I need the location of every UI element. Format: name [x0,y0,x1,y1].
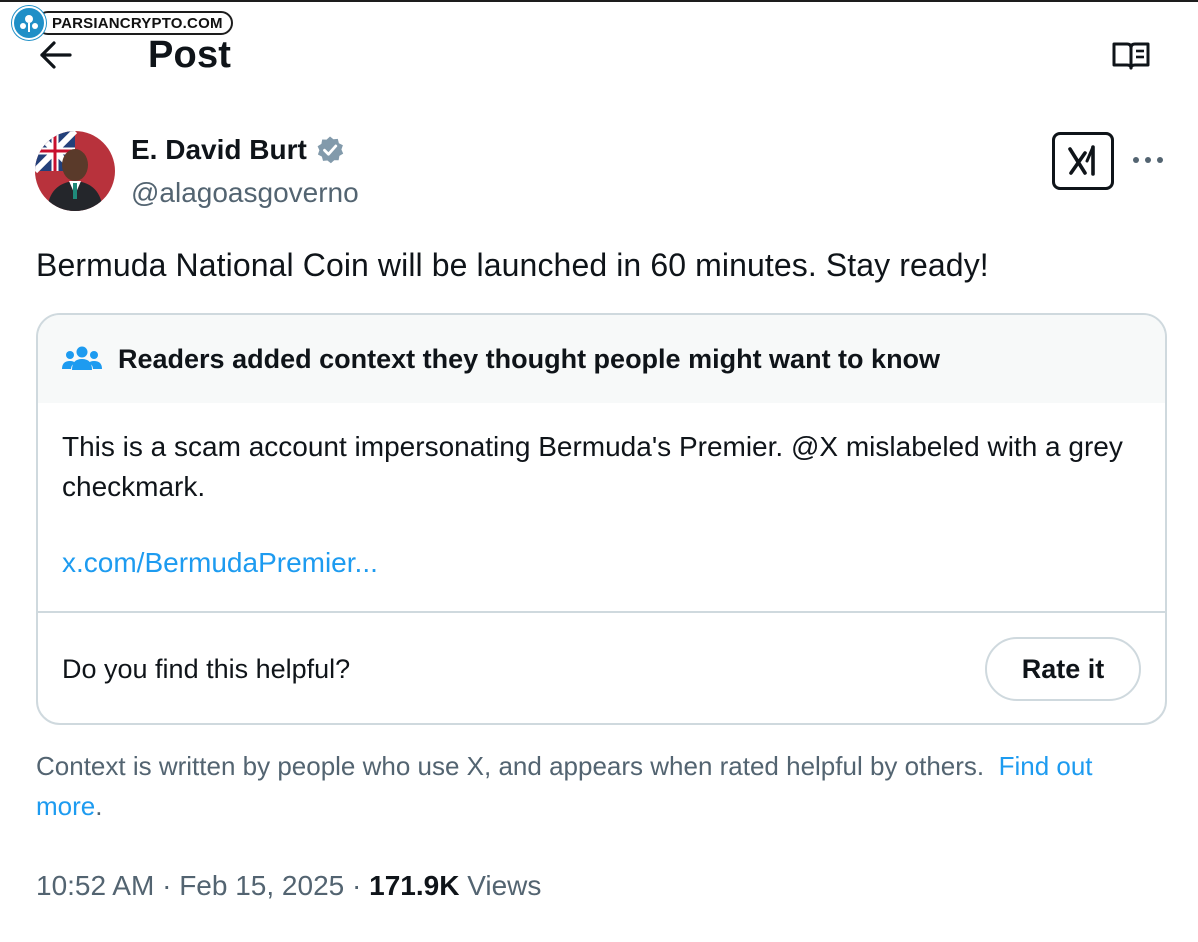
community-note-title: Readers added context they thought peopl… [118,343,941,374]
post-text: Bermuda National Coin will be launched i… [36,247,989,283]
author-name-text: E. David Burt [131,134,307,165]
meta-separator: · [352,870,362,901]
community-note-header: Readers added context they thought peopl… [38,315,1165,403]
page-title: Post [148,34,232,76]
more-dot [1145,157,1151,163]
more-dot [1157,157,1163,163]
grok-icon[interactable] [1052,132,1114,190]
context-disclaimer-text: Context is written by people who use X, … [36,751,985,781]
watermark-text: PARSIANCRYPTO.COM [36,11,233,35]
post-date[interactable]: Feb 15, 2025 [179,870,344,901]
reader-mode-icon[interactable] [1110,40,1152,72]
author-name[interactable]: E. David Burt [131,134,345,166]
avatar[interactable] [35,131,115,211]
context-disclaimer: Context is written by people who use X, … [36,746,1156,826]
post-time[interactable]: 10:52 AM [36,870,154,901]
community-note-link[interactable]: x.com/BermudaPremier... [62,547,1141,579]
helpful-question: Do you find this helpful? [62,653,351,684]
author-handle[interactable]: @alagoasgoverno [131,177,359,209]
views-label: Views [467,870,542,901]
more-icon[interactable] [1130,147,1166,173]
verified-badge-icon [317,136,344,164]
window-top-border [0,0,1198,2]
community-note-body: This is a scam account impersonating Ber… [38,403,1165,611]
people-icon [62,346,102,370]
community-note-text: This is a scam account impersonating Ber… [62,431,1123,502]
more-dot [1133,157,1139,163]
views-count: 171.9K [369,870,460,901]
rate-it-button[interactable]: Rate it [985,637,1141,701]
post-meta: 10:52 AM · Feb 15, 2025 · 171.9K Views [36,870,541,902]
meta-separator: · [162,870,172,901]
watermark-logo-icon [12,6,46,40]
community-note-footer: Do you find this helpful? Rate it [38,613,1165,723]
back-arrow-icon[interactable] [36,38,76,72]
context-disclaimer-period: . [95,791,103,821]
community-note-card: Readers added context they thought peopl… [36,313,1167,725]
